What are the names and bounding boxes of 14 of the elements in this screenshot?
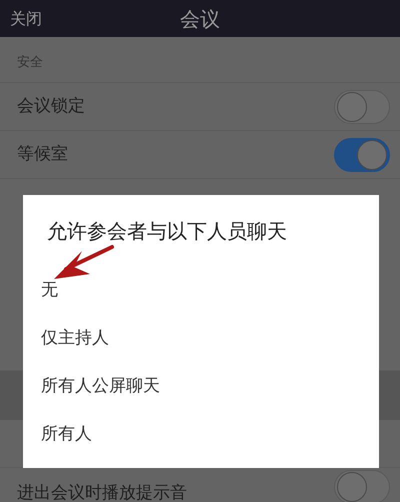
page-title: 会议 <box>180 6 220 32</box>
setting-label: 进出会议时播放提示音 <box>17 482 187 502</box>
annotation-arrow <box>52 243 116 281</box>
toggle-switch[interactable] <box>334 470 390 502</box>
dialog-title: 允许参会者与以下人员聊天 <box>47 218 287 245</box>
close-link[interactable]: 关闭 <box>10 6 42 30</box>
setting-label: 会议锁定 <box>17 94 85 118</box>
setting-label: 等候室 <box>17 142 68 166</box>
toggle-switch[interactable] <box>334 138 390 172</box>
dialog-option[interactable]: 仅主持人 <box>23 315 379 363</box>
dialog-option[interactable]: 无 <box>23 267 379 315</box>
dialog-option[interactable]: 所有人公屏聊天 <box>23 363 379 411</box>
dialog-option[interactable]: 所有人 <box>23 411 379 459</box>
toggle-switch[interactable] <box>334 90 390 124</box>
